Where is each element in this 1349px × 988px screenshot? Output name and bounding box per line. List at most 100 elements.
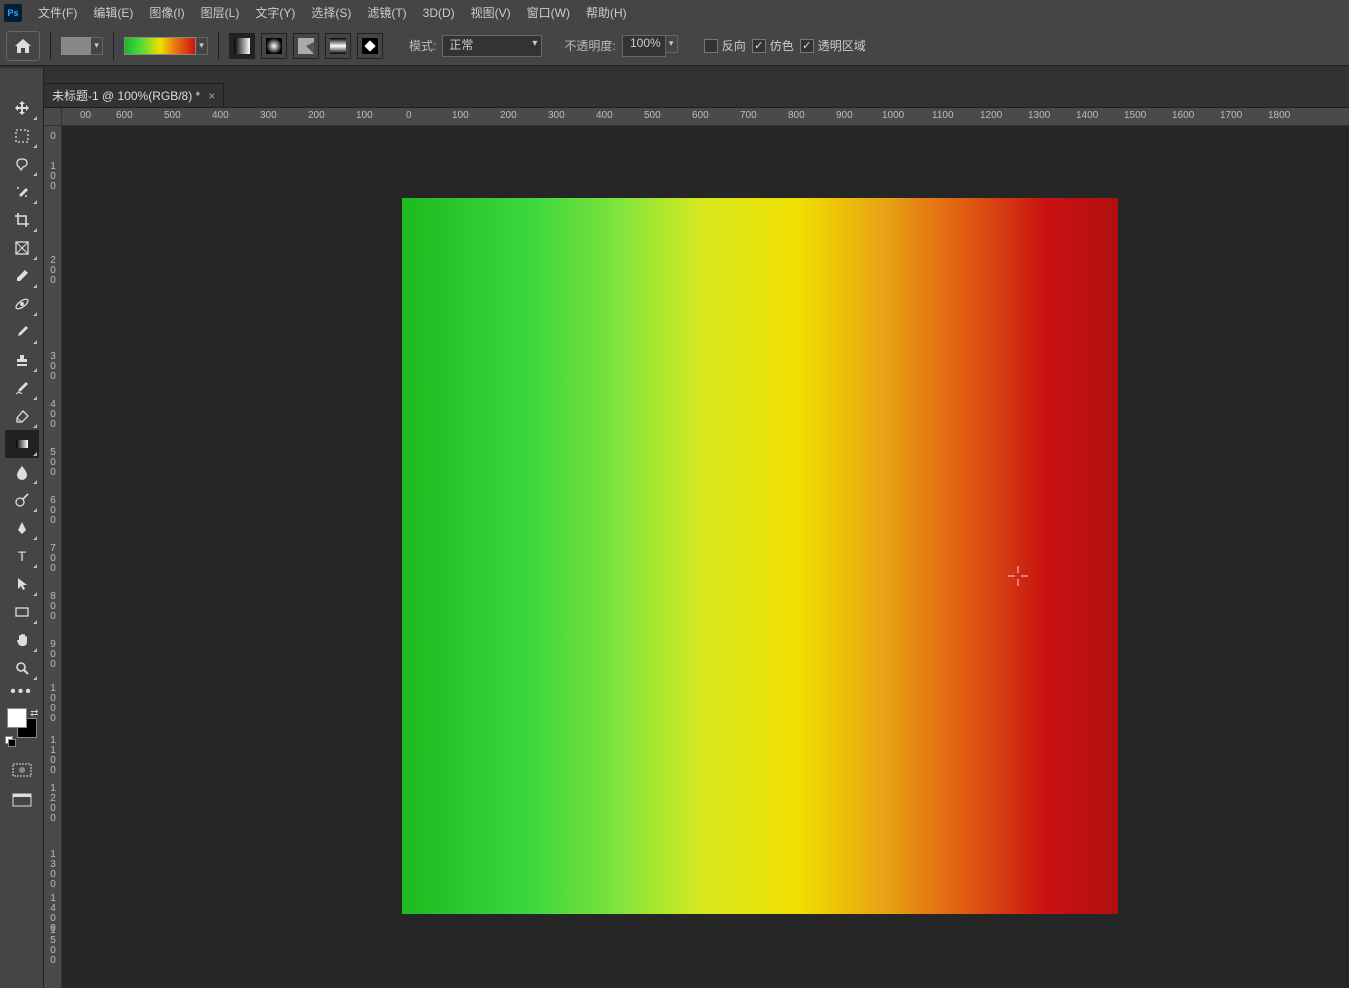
- ruler-tick: 1200: [46, 784, 60, 824]
- blur-tool[interactable]: [5, 458, 39, 486]
- ruler-tick: 100: [46, 162, 60, 192]
- ruler-tick: 200: [500, 110, 517, 121]
- diamond-gradient-button[interactable]: [357, 33, 383, 59]
- ruler-tick: 1700: [1220, 110, 1242, 121]
- ruler-tick: 1100: [46, 736, 60, 776]
- menu-item[interactable]: 图层(L): [193, 0, 248, 26]
- marquee-tool[interactable]: [5, 122, 39, 150]
- spot-heal-tool[interactable]: [5, 290, 39, 318]
- canvas[interactable]: [402, 198, 1118, 914]
- move-tool[interactable]: [5, 94, 39, 122]
- ruler-tick: 100: [356, 110, 373, 121]
- workspace: 0060050040030020010001002003004005006007…: [44, 108, 1349, 988]
- ruler-tick: 1000: [882, 110, 904, 121]
- reflected-gradient-button[interactable]: [325, 33, 351, 59]
- swap-colors-icon[interactable]: ⇄: [30, 708, 38, 719]
- type-tool[interactable]: T: [5, 542, 39, 570]
- zoom-tool[interactable]: [5, 654, 39, 682]
- menu-item[interactable]: 帮助(H): [578, 0, 635, 26]
- shape-tool[interactable]: [5, 598, 39, 626]
- crop-tool[interactable]: [5, 206, 39, 234]
- brush-tool[interactable]: [5, 318, 39, 346]
- ruler-tick: 1800: [1268, 110, 1290, 121]
- ruler-tick: 700: [46, 544, 60, 574]
- menu-item[interactable]: 选择(S): [303, 0, 359, 26]
- ruler-tick: 1300: [1028, 110, 1050, 121]
- ruler-tick: 100: [452, 110, 469, 121]
- menu-bar: Ps 文件(F)编辑(E)图像(I)图层(L)文字(Y)选择(S)滤镜(T)3D…: [0, 0, 1349, 26]
- pen-tool[interactable]: [5, 514, 39, 542]
- ruler-tick: 0: [406, 110, 412, 121]
- ruler-tick: 400: [212, 110, 229, 121]
- ruler-tick: 600: [46, 496, 60, 526]
- lasso-tool[interactable]: [5, 150, 39, 178]
- frame-tool[interactable]: [5, 234, 39, 262]
- ruler-tick: 1600: [1172, 110, 1194, 121]
- ruler-tick: 700: [740, 110, 757, 121]
- default-colors-icon[interactable]: [5, 736, 15, 746]
- ruler-corner[interactable]: [44, 108, 62, 126]
- tool-preset-swatch[interactable]: [61, 37, 91, 55]
- ruler-tick: 1400: [1076, 110, 1098, 121]
- menu-item[interactable]: 编辑(E): [85, 0, 141, 26]
- stamp-tool[interactable]: [5, 346, 39, 374]
- ruler-tick: 500: [46, 448, 60, 478]
- close-tab-icon[interactable]: ×: [208, 89, 215, 103]
- gradient-preview-swatch[interactable]: [124, 37, 196, 55]
- ruler-tick: 1000: [46, 684, 60, 724]
- quick-select-tool[interactable]: [5, 178, 39, 206]
- menu-item[interactable]: 文字(Y): [247, 0, 303, 26]
- eyedropper-tool[interactable]: [5, 262, 39, 290]
- eraser-tool[interactable]: [5, 402, 39, 430]
- menu-item[interactable]: 文件(F): [30, 0, 85, 26]
- ruler-tick: 1500: [46, 926, 60, 966]
- linear-gradient-button[interactable]: [229, 33, 255, 59]
- ruler-tick: 400: [596, 110, 613, 121]
- mode-select[interactable]: 正常: [442, 35, 542, 57]
- quick-mask-button[interactable]: [8, 758, 36, 782]
- ruler-tick: 300: [46, 352, 60, 382]
- opacity-dropdown[interactable]: ▾: [666, 35, 678, 53]
- foreground-color-swatch[interactable]: [7, 708, 27, 728]
- svg-text:T: T: [17, 548, 26, 564]
- document-tab[interactable]: 未标题-1 @ 100%(RGB/8) * ×: [44, 83, 224, 107]
- canvas-area[interactable]: [62, 126, 1349, 988]
- ruler-tick: 1200: [980, 110, 1002, 121]
- gradient-tool[interactable]: [5, 430, 39, 458]
- opacity-label: 不透明度:: [564, 37, 615, 54]
- horizontal-ruler[interactable]: 0060050040030020010001002003004005006007…: [62, 108, 1349, 126]
- ruler-tick: 1300: [46, 850, 60, 890]
- menu-item[interactable]: 图像(I): [141, 0, 192, 26]
- radial-gradient-button[interactable]: [261, 33, 287, 59]
- vertical-ruler[interactable]: 0100200300400500600700800900100011001200…: [44, 126, 62, 988]
- document-tab-title: 未标题-1 @ 100%(RGB/8) *: [52, 87, 200, 104]
- menu-item[interactable]: 窗口(W): [519, 0, 578, 26]
- screen-mode-button[interactable]: [8, 788, 36, 812]
- opacity-input[interactable]: 100%: [622, 35, 666, 57]
- app-logo: Ps: [4, 4, 22, 22]
- path-select-tool[interactable]: [5, 570, 39, 598]
- dither-checkbox[interactable]: ✓仿色: [752, 37, 794, 54]
- hand-tool[interactable]: [5, 626, 39, 654]
- tool-preset-dropdown[interactable]: ▾: [91, 37, 103, 55]
- ruler-tick: 400: [46, 400, 60, 430]
- gradient-picker-dropdown[interactable]: ▾: [196, 37, 208, 55]
- home-button[interactable]: [6, 31, 40, 61]
- mode-label: 模式:: [409, 37, 436, 54]
- menu-item[interactable]: 视图(V): [463, 0, 519, 26]
- menu-item[interactable]: 滤镜(T): [359, 0, 414, 26]
- ruler-tick: 600: [116, 110, 133, 121]
- ruler-tick: 0: [46, 132, 60, 142]
- edit-toolbar-button[interactable]: •••: [5, 682, 39, 702]
- menu-item[interactable]: 3D(D): [415, 0, 463, 26]
- ruler-tick: 600: [692, 110, 709, 121]
- ruler-tick: 900: [836, 110, 853, 121]
- reverse-checkbox[interactable]: 反向: [704, 37, 746, 54]
- ruler-tick: 800: [46, 592, 60, 622]
- ruler-tick: 500: [164, 110, 181, 121]
- transparency-checkbox[interactable]: ✓透明区域: [800, 37, 866, 54]
- history-brush-tool[interactable]: [5, 374, 39, 402]
- angle-gradient-button[interactable]: [293, 33, 319, 59]
- ruler-tick: 200: [46, 256, 60, 286]
- dodge-tool[interactable]: [5, 486, 39, 514]
